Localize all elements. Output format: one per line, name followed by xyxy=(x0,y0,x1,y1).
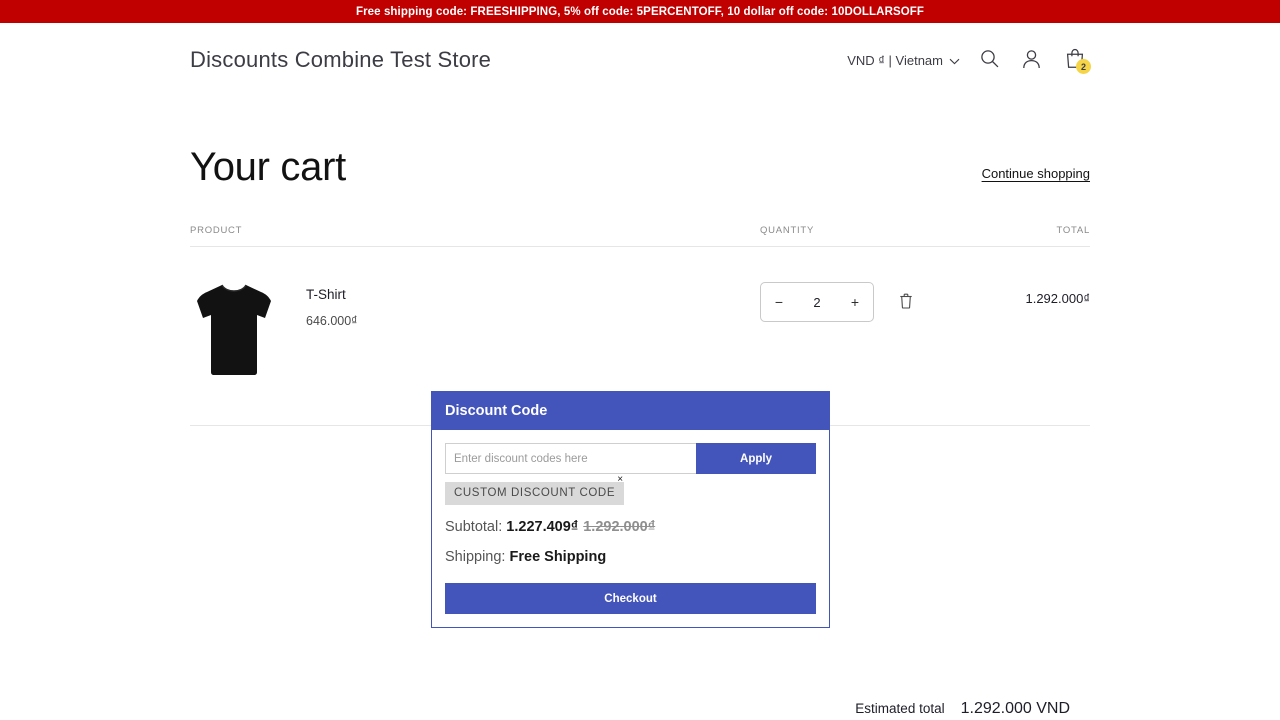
announcement-text: Free shipping code: FREESHIPPING, 5% off… xyxy=(356,6,924,18)
announcement-bar: Free shipping code: FREESHIPPING, 5% off… xyxy=(0,0,1280,23)
subtotal-value: 1.227.409₫ xyxy=(506,519,578,535)
subtotal-row: Subtotal: 1.227.409₫ 1.292.000₫ xyxy=(445,519,816,535)
store-title: Discounts Combine Test Store xyxy=(190,47,491,73)
discount-panel-body: Apply CUSTOM DISCOUNT CODE × Subtotal: 1… xyxy=(432,430,829,627)
account-icon xyxy=(1022,49,1041,72)
quantity-stepper: − 2 + xyxy=(760,282,874,322)
site-header: Discounts Combine Test Store VND ₫ | Vie… xyxy=(190,23,1090,97)
product-thumbnail[interactable] xyxy=(190,279,278,379)
continue-shopping-link[interactable]: Continue shopping xyxy=(982,166,1090,187)
cart-item-total: 1.292.000₫ xyxy=(1000,279,1090,306)
quantity-increase-button[interactable]: + xyxy=(837,283,873,321)
subtotal-original-value: 1.292.000₫ xyxy=(583,519,655,535)
chevron-down-icon xyxy=(949,53,960,68)
apply-discount-button[interactable]: Apply xyxy=(696,443,816,474)
discount-panel-title: Discount Code xyxy=(432,392,829,430)
column-header-total: TOTAL xyxy=(1000,225,1090,236)
search-icon xyxy=(980,49,999,71)
shipping-label: Shipping: xyxy=(445,549,505,565)
trash-icon xyxy=(899,293,913,312)
discount-input-row: Apply xyxy=(445,443,816,474)
cart-table-header: PRODUCT QUANTITY TOTAL xyxy=(190,225,1090,247)
applied-discount-chip: CUSTOM DISCOUNT CODE × xyxy=(445,482,624,505)
cart-count-badge: 2 xyxy=(1076,59,1091,74)
tshirt-image xyxy=(191,280,277,378)
locale-label: VND ₫ | Vietnam xyxy=(847,53,943,68)
product-details: T-Shirt 646.000₫ xyxy=(306,279,358,379)
estimated-total-label: Estimated total xyxy=(855,701,944,716)
cart-footer: Estimated total 1.292.000 VND xyxy=(855,700,1070,718)
locale-selector[interactable]: VND ₫ | Vietnam xyxy=(847,53,960,68)
column-header-product: PRODUCT xyxy=(190,225,760,236)
cart-header: Your cart Continue shopping xyxy=(190,97,1090,187)
cart-item-product: T-Shirt 646.000₫ xyxy=(190,279,760,379)
subtotal-label: Subtotal: xyxy=(445,519,502,535)
shipping-value: Free Shipping xyxy=(510,549,607,565)
discount-code-input[interactable] xyxy=(445,443,696,474)
quantity-decrease-button[interactable]: − xyxy=(761,283,797,321)
search-button[interactable] xyxy=(976,47,1002,73)
product-price: 646.000₫ xyxy=(306,314,358,328)
applied-discount-codes: CUSTOM DISCOUNT CODE × xyxy=(445,482,816,505)
column-header-quantity: QUANTITY xyxy=(760,225,1000,236)
discount-code-panel: Discount Code Apply CUSTOM DISCOUNT CODE… xyxy=(431,391,830,628)
cart-item-quantity: − 2 + xyxy=(760,279,1000,322)
page-container: Discounts Combine Test Store VND ₫ | Vie… xyxy=(0,23,1280,426)
estimated-total-value: 1.292.000 VND xyxy=(961,700,1070,718)
cart-button[interactable]: 2 xyxy=(1060,45,1090,75)
shipping-row: Shipping: Free Shipping xyxy=(445,549,816,565)
checkout-button[interactable]: Checkout xyxy=(445,583,816,614)
account-button[interactable] xyxy=(1018,47,1044,73)
applied-discount-label: CUSTOM DISCOUNT CODE xyxy=(454,487,615,499)
page-title: Your cart xyxy=(190,147,346,187)
remove-item-button[interactable] xyxy=(896,291,916,313)
remove-discount-icon[interactable]: × xyxy=(617,475,623,485)
product-name[interactable]: T-Shirt xyxy=(306,287,358,302)
quantity-value[interactable]: 2 xyxy=(797,295,837,310)
header-actions: VND ₫ | Vietnam xyxy=(847,45,1090,75)
